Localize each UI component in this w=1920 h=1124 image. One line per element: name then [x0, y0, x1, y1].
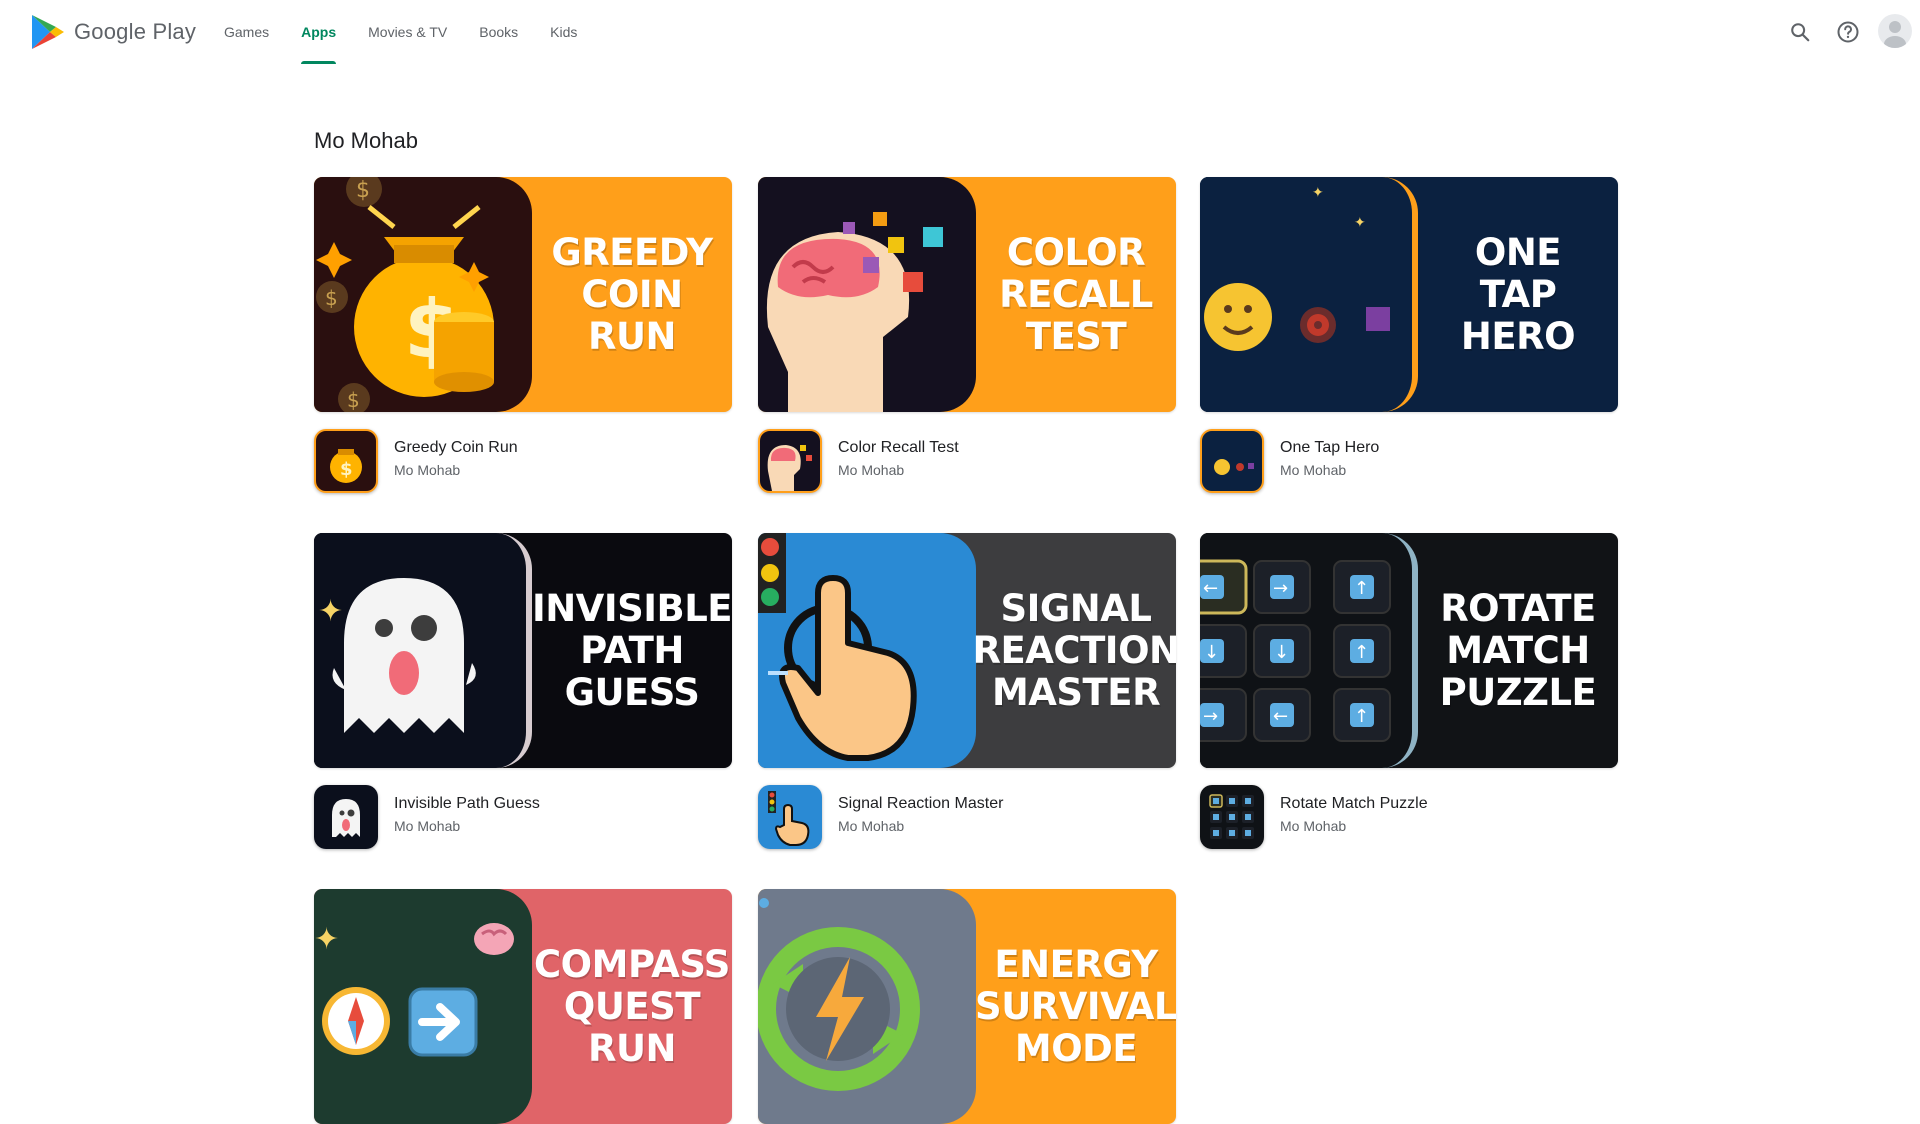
app-banner[interactable]: ✦ ✦ ONE TAP HERO: [1200, 177, 1618, 412]
app-card-rotate-match-puzzle[interactable]: ← → ↑ ↓ ↓ ↑ → ← ↑ ROTATE MATCH PUZZLE Ro…: [1200, 533, 1618, 868]
app-name[interactable]: One Tap Hero: [1280, 439, 1379, 457]
banner-title: ROTATE MATCH PUZZLE: [1439, 586, 1597, 714]
ghost-icon: ✦: [314, 533, 532, 768]
search-icon[interactable]: [1784, 16, 1816, 48]
svg-text:↑: ↑: [1354, 706, 1369, 727]
svg-text:↓: ↓: [1274, 642, 1289, 663]
svg-text:$: $: [325, 286, 338, 310]
svg-text:←: ←: [1203, 578, 1218, 599]
svg-text:→: →: [1203, 706, 1218, 727]
svg-text:↑: ↑: [1354, 642, 1369, 663]
tab-apps[interactable]: Apps: [285, 0, 352, 64]
app-name[interactable]: Invisible Path Guess: [394, 795, 540, 813]
app-icon[interactable]: $: [314, 429, 378, 493]
banner-title: INVISIBLE PATH GUESS: [531, 586, 732, 714]
google-play-logo[interactable]: Google Play: [30, 13, 196, 51]
banner-title: GREEDY COIN RUN: [551, 230, 713, 358]
app-card-signal-reaction-master[interactable]: SIGNAL REACTION MASTER Signal Reaction M…: [758, 533, 1176, 868]
person-icon: [1884, 21, 1906, 48]
app-banner[interactable]: $ $ $ $ GREEDY COIN RUN: [314, 177, 732, 412]
tab-movies-tv[interactable]: Movies & TV: [352, 0, 463, 64]
svg-text:✦: ✦: [1354, 215, 1366, 231]
svg-text:✦: ✦: [1312, 185, 1324, 201]
app-developer[interactable]: Mo Mohab: [838, 818, 904, 834]
app-name[interactable]: Signal Reaction Master: [838, 795, 1003, 813]
app-developer[interactable]: Mo Mohab: [394, 818, 460, 834]
tab-books[interactable]: Books: [463, 0, 534, 64]
app-card-energy-survival-mode[interactable]: ENERGY SURVIVAL MODE: [758, 889, 1176, 1124]
banner-title: ONE TAP HERO: [1460, 230, 1576, 358]
play-logo-icon: [32, 15, 64, 49]
energy-bolt-icon: [758, 889, 976, 1124]
help-icon[interactable]: [1832, 16, 1864, 48]
tap-hand-icon: [758, 533, 976, 768]
banner-title: COLOR RECALL TEST: [999, 230, 1153, 358]
app-name[interactable]: Color Recall Test: [838, 439, 959, 457]
brain-head-icon: [758, 177, 976, 412]
app-developer[interactable]: Mo Mohab: [1280, 818, 1346, 834]
svg-text:↑: ↑: [1354, 578, 1369, 599]
app-card-compass-quest-run[interactable]: ✦ COMPASS QUEST RUN: [314, 889, 732, 1124]
banner-title: COMPASS QUEST RUN: [534, 942, 730, 1070]
app-icon[interactable]: [758, 785, 822, 849]
svg-text:✦: ✦: [314, 922, 339, 957]
main-nav: Games Apps Movies & TV Books Kids: [208, 0, 593, 64]
app-banner[interactable]: ← → ↑ ↓ ↓ ↑ → ← ↑ ROTATE MATCH PUZZLE: [1200, 533, 1618, 768]
app-banner[interactable]: COLOR RECALL TEST: [758, 177, 1176, 412]
app-banner[interactable]: ENERGY SURVIVAL MODE: [758, 889, 1176, 1124]
banner-title: ENERGY SURVIVAL MODE: [975, 942, 1176, 1070]
arrow-grid-icon: ← → ↑ ↓ ↓ ↑ → ← ↑: [1200, 533, 1418, 768]
svg-text:↓: ↓: [1204, 642, 1219, 663]
tab-games[interactable]: Games: [208, 0, 285, 64]
logo-text: Google Play: [74, 19, 197, 44]
app-card-invisible-path-guess[interactable]: ✦ INVISIBLE PATH GUESS Invisible Path Gu…: [314, 533, 732, 868]
app-icon[interactable]: [758, 429, 822, 493]
app-name[interactable]: Greedy Coin Run: [394, 439, 518, 457]
top-app-bar: Google Play Games Apps Movies & TV Books…: [0, 0, 1920, 64]
svg-text:$: $: [347, 388, 360, 412]
app-card-one-tap-hero[interactable]: ✦ ✦ ONE TAP HERO One Tap Hero Mo Mohab: [1200, 177, 1618, 512]
app-developer[interactable]: Mo Mohab: [394, 462, 460, 478]
svg-text:✦: ✦: [318, 594, 343, 629]
svg-text:←: ←: [1273, 706, 1288, 727]
tab-kids[interactable]: Kids: [534, 0, 593, 64]
app-developer[interactable]: Mo Mohab: [838, 462, 904, 478]
app-developer[interactable]: Mo Mohab: [1280, 462, 1346, 478]
app-icon[interactable]: [1200, 429, 1264, 493]
developer-section-title: Mo Mohab: [314, 128, 418, 153]
svg-text:$: $: [340, 459, 353, 480]
app-banner[interactable]: ✦ INVISIBLE PATH GUESS: [314, 533, 732, 768]
app-banner[interactable]: ✦ COMPASS QUEST RUN: [314, 889, 732, 1124]
svg-text:→: →: [1273, 578, 1288, 599]
app-icon[interactable]: [314, 785, 378, 849]
app-name[interactable]: Rotate Match Puzzle: [1280, 795, 1428, 813]
app-card-color-recall-test[interactable]: COLOR RECALL TEST Color Recall Test Mo M…: [758, 177, 1176, 512]
account-avatar[interactable]: [1878, 14, 1912, 48]
svg-text:$: $: [356, 178, 370, 203]
app-icon[interactable]: [1200, 785, 1264, 849]
app-banner[interactable]: SIGNAL REACTION MASTER: [758, 533, 1176, 768]
money-bag-icon: $ $ $ $: [314, 177, 532, 412]
compass-icon: ✦: [314, 889, 532, 1124]
smiley-face-icon: ✦ ✦: [1200, 177, 1418, 412]
app-card-greedy-coin-run[interactable]: $ $ $ $ GREEDY COIN RUN $ Greedy Coin Ru…: [314, 177, 732, 512]
banner-title: SIGNAL REACTION MASTER: [972, 586, 1176, 714]
